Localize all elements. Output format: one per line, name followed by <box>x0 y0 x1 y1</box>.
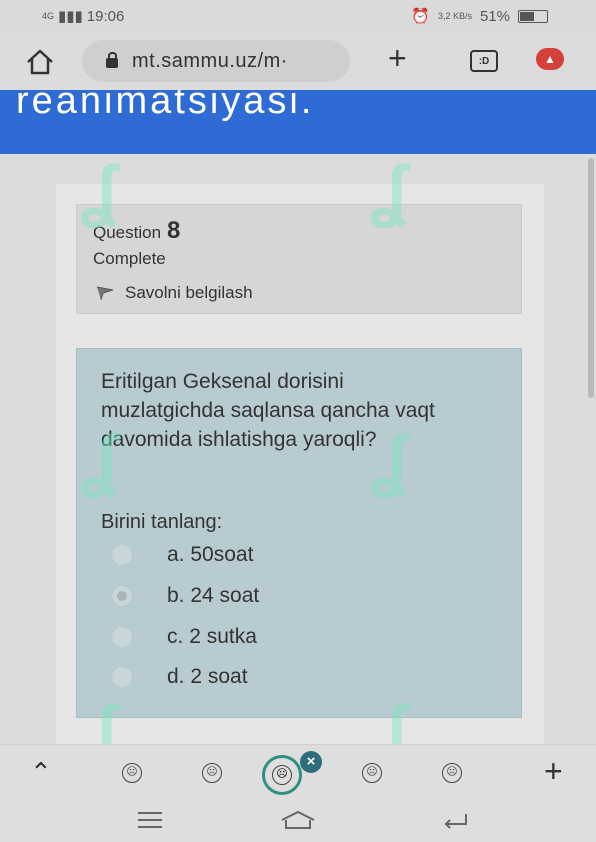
menu-icon[interactable] <box>138 812 162 833</box>
system-nav-bar <box>0 798 596 842</box>
chevron-up-icon[interactable]: ⌃ <box>30 757 52 788</box>
network-speed: 3,2 KB/s <box>437 11 472 21</box>
choose-label: Birini tanlang: <box>101 511 223 533</box>
radio-button[interactable] <box>111 666 133 688</box>
option-letter: b. <box>167 584 185 607</box>
add-tab-icon[interactable]: + <box>544 753 563 790</box>
active-tab-face-icon[interactable]: ☹ <box>262 755 302 795</box>
status-time: 19:06 <box>86 7 125 25</box>
back-icon[interactable] <box>440 810 470 830</box>
lock-icon <box>106 52 118 68</box>
question-label: Question <box>93 223 162 242</box>
flag-label: Savolni belgilash <box>125 283 253 302</box>
update-icon[interactable]: ▲ <box>536 48 564 70</box>
radio-button[interactable] <box>111 626 133 648</box>
radio-button-selected[interactable] <box>111 585 133 607</box>
option-label: 2 soat <box>190 665 248 688</box>
new-tab-button[interactable]: + <box>388 42 407 74</box>
question-state: Complete <box>93 249 166 268</box>
tab-face-icon[interactable]: ☹ <box>202 763 222 783</box>
tab-face-icon[interactable]: ☹ <box>362 763 382 783</box>
alarm-icon: ⏰ <box>411 8 430 25</box>
close-tab-icon[interactable]: × <box>300 751 322 773</box>
network-indicator: 4G <box>42 11 55 21</box>
page-header: reanimatsiyasi. <box>0 90 596 154</box>
battery-percent: 51% <box>479 7 510 25</box>
home-icon[interactable] <box>24 48 56 76</box>
option-label: 24 soat <box>190 584 260 607</box>
option-a[interactable]: a. 50soat <box>111 543 253 567</box>
question-info: Question 8 Complete Savolni belgilash <box>76 204 522 314</box>
option-d[interactable]: d. 2 soat <box>111 665 248 689</box>
page-title: reanimatsiyasi. <box>16 90 315 122</box>
option-letter: a. <box>167 543 185 566</box>
flag-question-link[interactable]: Savolni belgilash <box>95 283 253 303</box>
url-field[interactable]: mt.sammu.uz/m· <box>82 40 350 82</box>
battery-icon <box>518 9 548 23</box>
question-text: Eritilgan Geksenal dorisini muzlatgichda… <box>101 370 435 451</box>
option-label: 2 sutka <box>189 625 257 648</box>
tab-switcher-button[interactable]: :D <box>470 50 498 72</box>
scrollbar[interactable] <box>588 158 594 398</box>
bottom-toolbar: ⌃ ☹ ☹ ☹ × ☹ ☹ + <box>0 744 596 799</box>
flag-icon <box>96 286 114 301</box>
option-label: 50soat <box>190 543 254 566</box>
browser-toolbar: mt.sammu.uz/m· + :D ▲ <box>0 32 596 90</box>
tab-face-icon[interactable]: ☹ <box>122 763 142 783</box>
status-bar: 4G ▮▮▮ 19:06 ⏰ 3,2 KB/s 51% <box>0 0 596 32</box>
question-box: Eritilgan Geksenal dorisini muzlatgichda… <box>76 348 522 718</box>
tab-face-icon[interactable]: ☹ <box>442 763 462 783</box>
url-text: mt.sammu.uz/m· <box>132 49 288 72</box>
option-b[interactable]: b. 24 soat <box>111 584 259 608</box>
option-letter: c. <box>167 625 184 648</box>
option-letter: d. <box>167 665 185 688</box>
radio-button[interactable] <box>111 544 133 566</box>
home-nav-icon[interactable] <box>280 810 316 830</box>
question-number: 8 <box>167 217 181 244</box>
option-c[interactable]: c. 2 sutka <box>111 625 257 649</box>
signal-icon: ▮▮▮ <box>58 8 83 25</box>
